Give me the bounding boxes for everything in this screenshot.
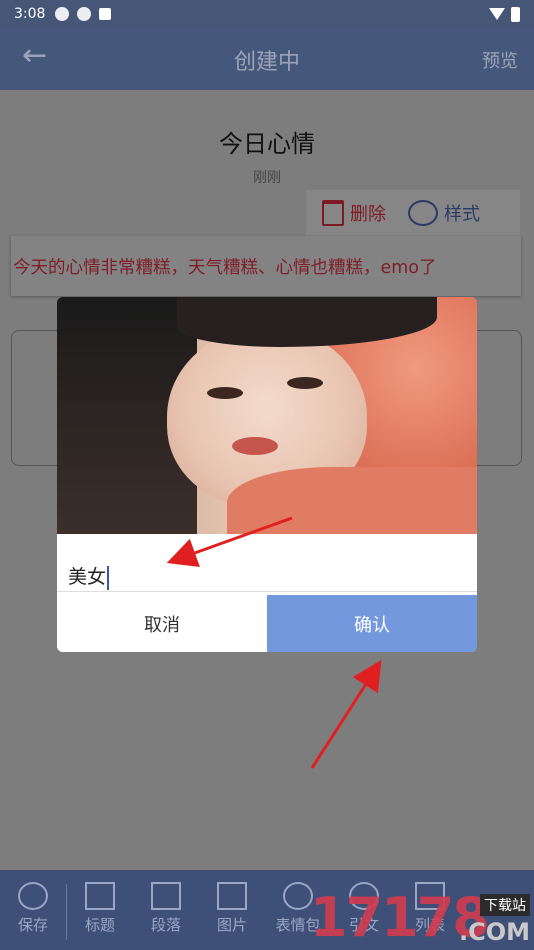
status-time: 3:08 bbox=[14, 6, 46, 22]
document-timestamp: 刚刚 bbox=[253, 170, 281, 186]
notification-icon bbox=[55, 7, 70, 21]
dialog-photo bbox=[57, 297, 477, 534]
watermark-domain: .COM bbox=[458, 918, 530, 946]
paragraph-actions: 删除 样式 bbox=[306, 190, 520, 236]
heading-icon bbox=[85, 882, 115, 910]
app-notification-icon bbox=[99, 8, 112, 20]
caption-input-value[interactable]: 美女 bbox=[68, 562, 110, 590]
paragraph-button[interactable]: 段落 bbox=[133, 870, 199, 950]
style-label: 样式 bbox=[444, 204, 480, 225]
confirm-button[interactable]: 确认 bbox=[267, 595, 477, 652]
delete-button[interactable]: 删除 bbox=[322, 200, 386, 226]
save-label: 保存 bbox=[17, 916, 48, 934]
image-caption-dialog: 美女 取消 确认 bbox=[57, 297, 477, 652]
palette-icon bbox=[408, 200, 438, 226]
arrow-to-confirm bbox=[310, 659, 382, 769]
document-title[interactable]: 今日心情 bbox=[0, 124, 534, 159]
paragraph-label: 段落 bbox=[150, 916, 181, 934]
save-button[interactable]: 保存 bbox=[0, 870, 66, 950]
notification-icon bbox=[77, 7, 92, 21]
delete-label: 删除 bbox=[350, 204, 386, 225]
text-cursor bbox=[107, 565, 110, 590]
preview-button[interactable]: 预览 bbox=[482, 47, 518, 73]
trash-icon bbox=[322, 200, 344, 226]
check-circle-icon bbox=[18, 882, 48, 910]
site-watermark: 17178 下载站 .COM bbox=[310, 886, 534, 950]
paragraph-text: 今天的心情非常糟糕，天气糟糕、心情也糟糕，emo了 bbox=[13, 258, 437, 278]
wifi-icon bbox=[489, 8, 505, 20]
paragraph-icon bbox=[151, 882, 181, 910]
heading-label: 标题 bbox=[84, 916, 115, 934]
emoji-icon bbox=[283, 882, 313, 910]
style-button[interactable]: 样式 bbox=[408, 200, 480, 226]
heading-button[interactable]: 标题 bbox=[67, 870, 133, 950]
status-bar: 3:08 bbox=[0, 0, 534, 28]
image-label: 图片 bbox=[216, 916, 247, 934]
paragraph-block[interactable]: 今天的心情非常糟糕，天气糟糕、心情也糟糕，emo了 bbox=[11, 236, 521, 296]
watermark-tag: 下载站 bbox=[480, 894, 530, 916]
app-toolbar: ← 创建中 预览 bbox=[0, 28, 534, 90]
battery-icon bbox=[511, 6, 520, 22]
caption-input[interactable] bbox=[57, 534, 477, 592]
image-button[interactable]: 图片 bbox=[199, 870, 265, 950]
cancel-button[interactable]: 取消 bbox=[57, 595, 267, 652]
page-title: 创建中 bbox=[233, 50, 300, 75]
image-icon bbox=[217, 882, 247, 910]
